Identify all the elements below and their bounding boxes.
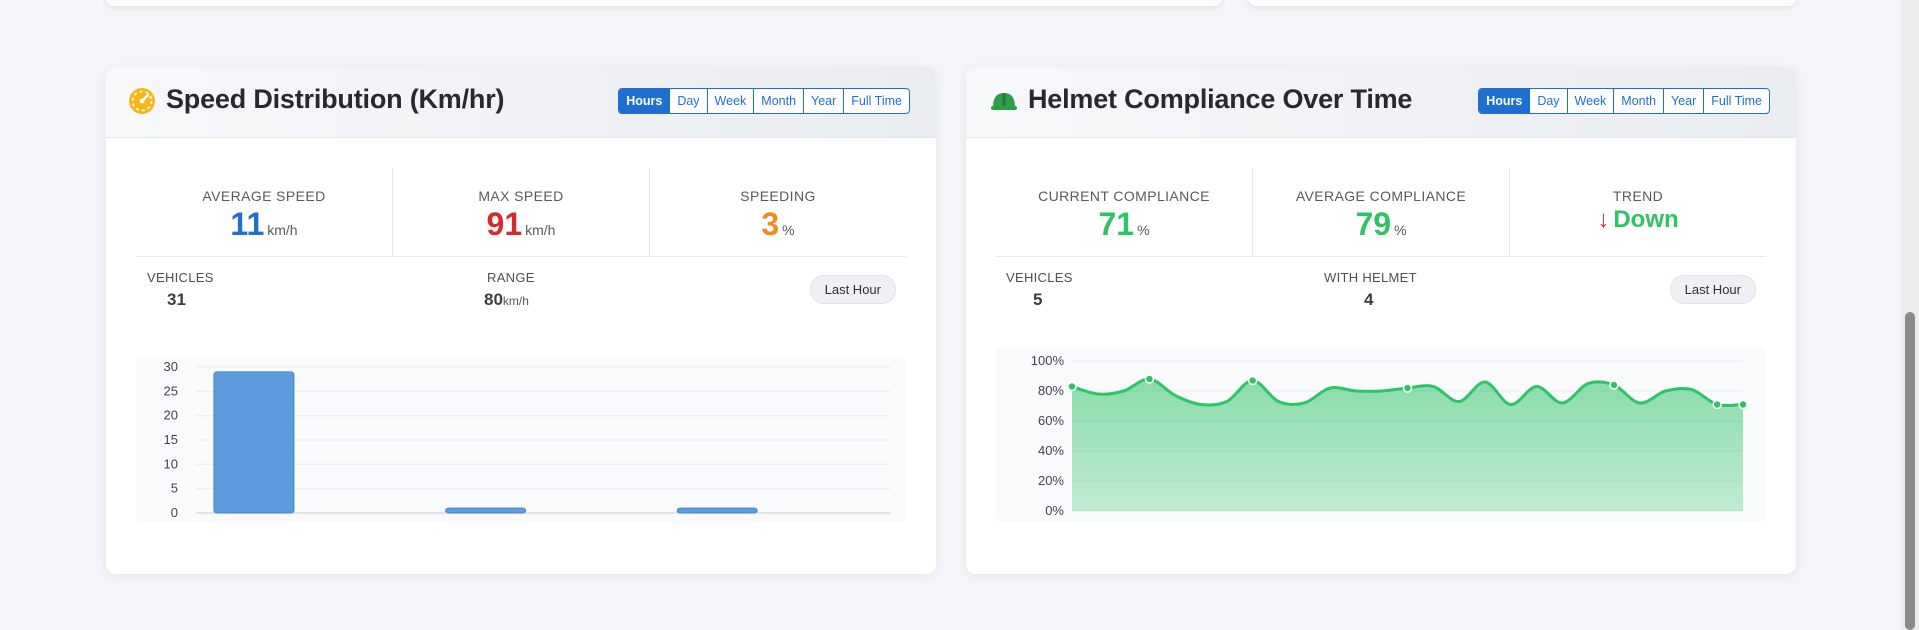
y-tick-label: 100%: [1031, 353, 1065, 368]
y-tick-label: 5: [171, 481, 178, 496]
average-compliance-value: 79: [1355, 206, 1392, 242]
y-tick-label: 40%: [1038, 443, 1064, 458]
vehicles-value: 31: [167, 290, 186, 309]
speeding-value: 3: [761, 206, 780, 242]
helmet-card-header: Helmet Compliance Over Time Hours Day We…: [966, 67, 1796, 138]
data-point[interactable]: [1609, 380, 1619, 390]
helmet-range-month-button[interactable]: Month: [1613, 89, 1663, 113]
speed-card-title: Speed Distribution (Km/hr): [166, 84, 505, 114]
speed-range-week-button[interactable]: Week: [706, 89, 754, 113]
data-point[interactable]: [1247, 375, 1258, 386]
vehicles-value: 5: [1033, 290, 1043, 309]
speed-range-selector: Hours Day Week Month Year Full Time: [618, 88, 910, 114]
arrow-down-icon: ↓: [1597, 206, 1610, 233]
y-tick-label: 20: [164, 408, 178, 423]
helmet-card-title: Helmet Compliance Over Time: [1028, 84, 1413, 114]
stat-unit: %: [782, 222, 795, 238]
average-compliance-stat: AVERAGE COMPLIANCE 79%: [1252, 168, 1509, 256]
vehicles-label: VEHICLES: [1006, 270, 1073, 285]
y-tick-label: 0%: [1045, 503, 1064, 518]
helmet-range-day-button[interactable]: Day: [1529, 89, 1566, 113]
average-speed-value: 11: [230, 206, 265, 242]
helmet-range-hours-button[interactable]: Hours: [1479, 89, 1530, 113]
stat-unit: %: [1137, 222, 1150, 238]
speed-range-year-button[interactable]: Year: [803, 89, 843, 113]
helmet-range-full-time-button[interactable]: Full Time: [1703, 89, 1769, 113]
with-helmet-value: 4: [1364, 290, 1374, 309]
bar-0-20[interactable]: [213, 371, 295, 514]
stat-label: SPEEDING: [740, 188, 816, 204]
helmet-icon: [991, 93, 1017, 110]
helmet-range-selector: Hours Day Week Month Year Full Time: [1478, 88, 1770, 114]
data-point[interactable]: [1144, 374, 1155, 384]
y-tick-label: 80%: [1038, 383, 1064, 398]
stat-unit: %: [1394, 222, 1407, 238]
speed-range-hours-button[interactable]: Hours: [619, 89, 670, 113]
max-speed-value: 91: [486, 206, 523, 242]
trend-stat: TREND ↓ Down: [1509, 168, 1766, 256]
y-tick-label: 15: [164, 432, 178, 447]
helmet-stats-row: CURRENT COMPLIANCE 71% AVERAGE COMPLIANC…: [996, 168, 1766, 257]
y-tick-label: 20%: [1038, 473, 1064, 488]
speed-range-full-time-button[interactable]: Full Time: [843, 89, 909, 113]
speed-chart-area: 0510152025300-2021-4041-6061-8081-100100…: [136, 357, 906, 522]
bar-41-60[interactable]: [445, 507, 527, 514]
speed-bar-chart: 0510152025300-2021-4041-6061-8081-100100…: [164, 359, 891, 520]
stat-label: AVERAGE COMPLIANCE: [1295, 188, 1467, 204]
top-card-right: [1248, 0, 1796, 6]
speeding-stat: SPEEDING 3%: [649, 168, 906, 256]
current-compliance-stat: CURRENT COMPLIANCE 71%: [996, 168, 1252, 256]
speed-range-month-button[interactable]: Month: [753, 89, 803, 113]
range-value: 80km/h: [484, 290, 529, 310]
stat-label: MAX SPEED: [478, 188, 564, 204]
range-label: RANGE: [487, 270, 535, 285]
scrollbar-thumb[interactable]: [1905, 312, 1915, 630]
period-pill[interactable]: Last Hour: [1669, 275, 1756, 304]
current-compliance-value: 71: [1098, 206, 1135, 242]
trend-value: Down: [1613, 206, 1679, 233]
data-point[interactable]: [1067, 381, 1077, 392]
bar-81-100[interactable]: [676, 507, 758, 514]
y-tick-label: 25: [164, 383, 178, 398]
data-point[interactable]: [1402, 383, 1413, 393]
speed-card-header: Speed Distribution (Km/hr) Hours Day Wee…: [106, 67, 936, 138]
helmet-chart-area: 0%20%40%60%80%100%10:37 PM02:37 AM06:37 …: [996, 347, 1766, 522]
stat-label: AVERAGE SPEED: [202, 188, 326, 204]
speed-range-day-button[interactable]: Day: [669, 89, 706, 113]
stat-label: CURRENT COMPLIANCE: [1038, 188, 1210, 204]
speed-stats-row: AVERAGE SPEED 11 km/h MAX SPEED 91 km/h SP…: [136, 168, 906, 257]
helmet-range-week-button[interactable]: Week: [1566, 89, 1614, 113]
with-helmet-label: WITH HELMET: [1324, 270, 1417, 285]
helmet-compliance-card: Helmet Compliance Over Time Hours Day We…: [966, 67, 1796, 574]
top-card-left: [106, 0, 1222, 6]
stat-unit: km/h: [267, 222, 298, 238]
vehicles-label: VEHICLES: [147, 270, 214, 285]
compliance-area: [1072, 378, 1743, 511]
data-point[interactable]: [1738, 399, 1748, 410]
stat-unit: km/h: [525, 222, 556, 238]
helmet-area-chart: 0%20%40%60%80%100%10:37 PM02:37 AM06:37 …: [1031, 353, 1748, 518]
data-point[interactable]: [1712, 399, 1722, 410]
range-number: 80: [484, 290, 503, 309]
y-tick-label: 10: [164, 456, 178, 471]
period-pill[interactable]: Last Hour: [809, 275, 896, 304]
helmet-range-year-button[interactable]: Year: [1663, 89, 1703, 113]
speed-distribution-card: Speed Distribution (Km/hr) Hours Day Wee…: [106, 67, 936, 574]
average-speed-stat: AVERAGE SPEED 11 km/h: [136, 168, 392, 256]
y-tick-label: 60%: [1038, 413, 1064, 428]
max-speed-stat: MAX SPEED 91 km/h: [392, 168, 649, 256]
range-unit: km/h: [502, 294, 529, 308]
stat-label: TREND: [1612, 188, 1664, 204]
speedometer-icon: [129, 88, 155, 114]
y-tick-label: 30: [164, 359, 178, 374]
y-tick-label: 0: [171, 505, 178, 520]
